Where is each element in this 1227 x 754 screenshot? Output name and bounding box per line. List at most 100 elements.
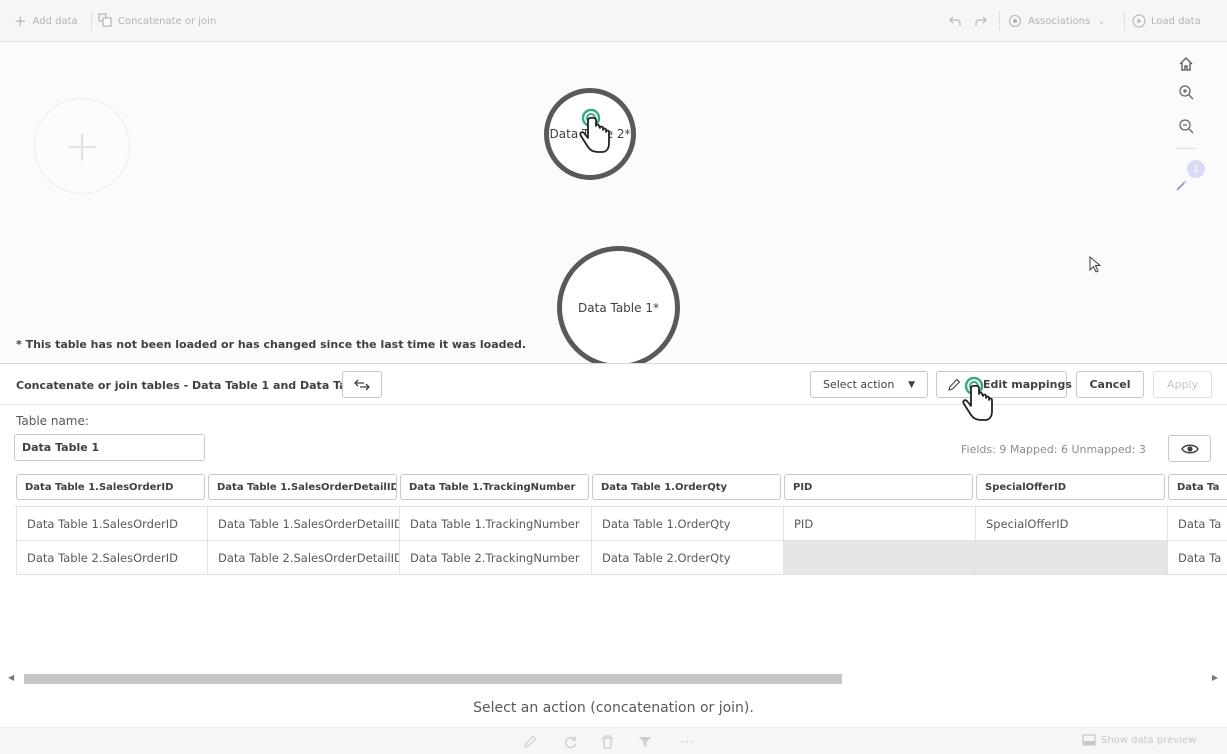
concatenate-icon xyxy=(98,12,112,30)
magic-wand-icon xyxy=(1176,179,1188,191)
column-header-label: Data Table 1.OrderQty xyxy=(601,481,728,493)
cell-value: Data Table 2.SalesOrderID xyxy=(27,550,179,565)
table-node-label: Data Table 1* xyxy=(578,300,659,315)
scroll-right-arrow-icon[interactable]: ▶ xyxy=(1212,673,1218,682)
column-header[interactable]: Data Table 1.OrderQty xyxy=(592,474,781,500)
top-toolbar: + Add data Concatenate or join Associati… xyxy=(0,0,1227,42)
empty-cell[interactable] xyxy=(784,541,976,575)
show-data-preview-button[interactable]: Show data preview xyxy=(1082,734,1196,746)
show-data-preview-label: Show data preview xyxy=(1101,734,1197,746)
ellipsis-icon: ⋯ xyxy=(680,734,694,750)
scroll-left-arrow-icon[interactable]: ◀ xyxy=(8,673,14,682)
table-cell[interactable]: Data Table 1.SalesOrderID xyxy=(16,507,208,541)
redo-button[interactable] xyxy=(974,0,988,42)
empty-cell[interactable] xyxy=(976,541,1168,575)
table-name-input[interactable] xyxy=(14,434,205,461)
associations-label: Associations xyxy=(1028,15,1091,27)
table-cell[interactable]: Data Table 1.OrderQty xyxy=(592,507,784,541)
apply-label: Apply xyxy=(1166,378,1199,391)
table-cell[interactable]: Data Ta xyxy=(1168,541,1227,575)
home-icon xyxy=(1179,56,1193,71)
cell-value: Data Ta xyxy=(1178,516,1222,531)
mouse-pointer-icon xyxy=(1089,256,1101,273)
associations-button[interactable]: Associations ⌄ xyxy=(1008,0,1105,42)
table-cell[interactable]: Data Table 2.OrderQty xyxy=(592,541,784,575)
select-action-label: Select action xyxy=(823,378,895,391)
trash-icon xyxy=(601,735,613,749)
unloaded-table-note: * This table has not been loaded or has … xyxy=(16,338,527,351)
concatenate-label: Concatenate or join xyxy=(118,15,217,27)
cell-value: Data Table 2.OrderQty xyxy=(602,550,731,565)
eye-icon xyxy=(1180,444,1199,453)
caret-down-icon: ▼ xyxy=(908,380,915,390)
mapping-grid: Data Table 1.SalesOrderID Data Table 1.S… xyxy=(14,474,1227,578)
cell-value: PID xyxy=(794,516,814,531)
toolbar-divider xyxy=(999,11,1000,31)
chevron-down-icon: ⌄ xyxy=(1098,16,1105,26)
cancel-button[interactable]: Cancel xyxy=(1076,371,1144,398)
cell-value: Data Table 2.SalesOrderDetailID xyxy=(218,550,400,565)
table-cell[interactable]: Data Table 2.SalesOrderID xyxy=(16,541,208,575)
column-header[interactable]: Data Table 1.TrackingNumber xyxy=(400,474,589,500)
column-header[interactable]: PID xyxy=(784,474,973,500)
swap-arrows-icon xyxy=(354,379,370,390)
table-cell[interactable]: Data Table 1.SalesOrderDetailID xyxy=(208,507,400,541)
table-node-data-table-1[interactable]: Data Table 1* xyxy=(557,246,680,369)
cell-value: Data Table 1.SalesOrderDetailID xyxy=(218,516,400,531)
pencil-icon xyxy=(524,735,537,748)
action-hint-message: Select an action (concatenation or join)… xyxy=(473,700,754,716)
column-header[interactable]: Data Ta xyxy=(1168,474,1227,500)
undo-button[interactable] xyxy=(948,0,962,42)
column-header-label: PID xyxy=(793,481,813,493)
scrollbar-thumb[interactable] xyxy=(24,674,842,684)
filter-icon xyxy=(639,737,651,747)
side-divider xyxy=(1176,148,1196,149)
edit-pencil-button[interactable] xyxy=(521,733,539,751)
hand-pointer-icon xyxy=(579,108,610,153)
plus-icon: + xyxy=(14,12,27,30)
swap-tables-button[interactable] xyxy=(342,371,382,398)
column-header-label: Data Table 1.TrackingNumber xyxy=(409,481,576,493)
column-header[interactable]: SpecialOfferID xyxy=(976,474,1165,500)
zoom-out-button[interactable] xyxy=(1174,114,1198,138)
table-name-label: Table name: xyxy=(16,414,89,428)
more-options-button[interactable]: ⋯ xyxy=(678,733,696,751)
zoom-in-icon xyxy=(1179,85,1194,100)
bottom-toolbar: ⋯ Show data preview xyxy=(0,727,1227,754)
add-data-button[interactable]: + Add data xyxy=(14,0,78,42)
edit-mappings-button[interactable]: Edit mappings xyxy=(936,371,1072,398)
table-cell[interactable]: Data Table 2.SalesOrderDetailID xyxy=(208,541,400,575)
horizontal-scrollbar[interactable]: ◀ ▶ xyxy=(8,673,1218,685)
apply-button[interactable]: Apply xyxy=(1153,371,1212,398)
zoom-in-button[interactable] xyxy=(1174,80,1198,104)
refresh-icon xyxy=(564,736,576,748)
refresh-button[interactable] xyxy=(561,733,579,751)
column-header[interactable]: Data Table 1.SalesOrderID xyxy=(16,474,205,500)
table-cell[interactable]: Data Table 2.TrackingNumber xyxy=(400,541,592,575)
preview-panel-icon xyxy=(1082,734,1096,746)
cell-value: SpecialOfferID xyxy=(986,516,1069,531)
load-data-button[interactable]: Load data xyxy=(1132,0,1201,42)
filter-button[interactable] xyxy=(636,733,654,751)
delete-button[interactable] xyxy=(598,733,616,751)
fields-mapping-summary: Fields: 9 Mapped: 6 Unmapped: 3 xyxy=(961,443,1146,456)
concatenate-button[interactable]: Concatenate or join xyxy=(98,0,216,42)
table-cell[interactable]: Data Ta xyxy=(1168,507,1227,541)
panel-title: Concatenate or join tables - Data Table … xyxy=(16,379,378,392)
column-header-label: Data Ta xyxy=(1177,481,1220,493)
toggle-visibility-button[interactable] xyxy=(1168,435,1211,462)
select-action-dropdown[interactable]: Select action ▼ xyxy=(810,371,928,398)
association-canvas[interactable]: + Data Table 2* Data Table 1* 1 * This t… xyxy=(0,42,1227,369)
table-cell[interactable]: PID xyxy=(784,507,976,541)
home-button[interactable] xyxy=(1174,52,1198,76)
concatenate-panel-header: Concatenate or join tables - Data Table … xyxy=(0,363,1227,405)
cancel-label: Cancel xyxy=(1089,378,1131,391)
table-cell[interactable]: Data Table 1.TrackingNumber xyxy=(400,507,592,541)
recommendations-button[interactable] xyxy=(1170,173,1194,197)
column-header[interactable]: Data Table 1.SalesOrderDetailID xyxy=(208,474,397,500)
add-data-circle[interactable]: + xyxy=(34,98,130,194)
cell-value: Data Table 1.TrackingNumber xyxy=(410,516,580,531)
column-header-label: Data Table 1.SalesOrderDetailID xyxy=(217,481,397,493)
column-header-label: Data Table 1.SalesOrderID xyxy=(25,481,174,493)
table-cell[interactable]: SpecialOfferID xyxy=(976,507,1168,541)
